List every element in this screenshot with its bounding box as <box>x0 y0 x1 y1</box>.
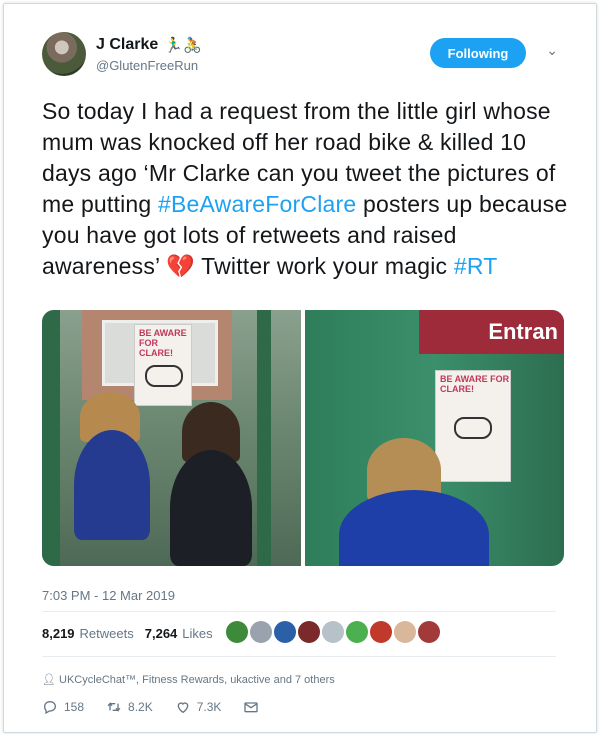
tweet-actions: 158 8.2K 7.3K <box>42 699 259 715</box>
name-row: J Clarke 🏃‍♂️🚴 <box>96 36 202 54</box>
broken-heart-emoji-icon: 💔 <box>166 253 195 279</box>
hashtag-link[interactable]: #BeAwareForClare <box>158 191 356 217</box>
tweet-photos: BE AWARE FOR CLARE! Entran BE AWARE FOR … <box>42 310 564 566</box>
liker-avatar[interactable] <box>298 621 320 643</box>
poster-text: BE AWARE FOR CLARE! <box>440 374 510 394</box>
like-count: 7.3K <box>196 700 222 714</box>
poster: BE AWARE FOR CLARE! <box>435 370 511 482</box>
user-handle[interactable]: @GlutenFreeRun <box>96 58 198 73</box>
message-button[interactable] <box>243 699 259 715</box>
tweet-text: So today I had a request from the little… <box>42 96 572 282</box>
liker-avatars <box>226 621 440 643</box>
reply-button[interactable]: 158 <box>42 699 84 715</box>
display-name[interactable]: J Clarke <box>96 36 158 54</box>
tweet-stats: 8,219 Retweets 7,264 Likes <box>42 626 213 641</box>
liker-avatar[interactable] <box>322 621 344 643</box>
liker-avatar[interactable] <box>370 621 392 643</box>
tweet-card: J Clarke 🏃‍♂️🚴 @GlutenFreeRun Following … <box>3 3 597 733</box>
poster-text: BE AWARE FOR CLARE! <box>139 328 187 358</box>
liker-avatar[interactable] <box>418 621 440 643</box>
liker-avatar[interactable] <box>226 621 248 643</box>
retweets-label[interactable]: Retweets <box>80 626 134 641</box>
child-coat <box>170 450 252 566</box>
liked-by-text: UKCycleChat™, Fitness Rewards, ukactive … <box>59 674 335 686</box>
liker-avatar[interactable] <box>394 621 416 643</box>
chevron-down-icon[interactable]: ⌄ <box>546 42 558 59</box>
entrance-sign: Entran <box>419 310 564 354</box>
runner-cyclist-emoji-icon: 🏃‍♂️🚴 <box>164 37 202 54</box>
tweet-text-part: Twitter work your magic <box>194 253 454 279</box>
reply-count: 158 <box>64 700 85 714</box>
divider <box>42 611 556 612</box>
liker-avatar[interactable] <box>346 621 368 643</box>
liker-avatar[interactable] <box>274 621 296 643</box>
gate-post <box>42 310 60 566</box>
bicycle-icon <box>145 365 183 387</box>
like-button[interactable]: 7.3K <box>175 699 222 715</box>
photo-right[interactable]: Entran BE AWARE FOR CLARE! <box>305 310 564 566</box>
child-coat <box>74 430 150 540</box>
tweet-header: J Clarke 🏃‍♂️🚴 @GlutenFreeRun Following … <box>42 32 566 78</box>
divider <box>42 656 556 657</box>
following-button[interactable]: Following <box>430 38 526 68</box>
gate-post <box>257 310 271 566</box>
tweet-timestamp[interactable]: 7:03 PM - 12 Mar 2019 <box>42 588 175 603</box>
photo-left[interactable]: BE AWARE FOR CLARE! <box>42 310 301 566</box>
retweet-button[interactable]: 8.2K <box>106 699 153 715</box>
likes-label[interactable]: Likes <box>182 626 212 641</box>
poster: BE AWARE FOR CLARE! <box>134 324 192 406</box>
retweet-icon <box>107 702 121 712</box>
person-icon: 👤︎ <box>42 674 56 686</box>
retweet-count: 8.2K <box>128 700 153 714</box>
liker-avatar[interactable] <box>250 621 272 643</box>
likes-count[interactable]: 7,264 <box>145 626 178 641</box>
envelope-icon <box>244 702 259 713</box>
avatar[interactable] <box>42 32 86 76</box>
reply-icon <box>43 700 57 715</box>
bicycle-icon <box>454 417 492 439</box>
retweets-count[interactable]: 8,219 <box>42 626 75 641</box>
heart-icon <box>177 702 189 714</box>
hashtag-link[interactable]: #RT <box>454 253 498 279</box>
child-coat <box>339 490 489 566</box>
liked-by[interactable]: 👤︎ UKCycleChat™, Fitness Rewards, ukacti… <box>42 673 335 686</box>
